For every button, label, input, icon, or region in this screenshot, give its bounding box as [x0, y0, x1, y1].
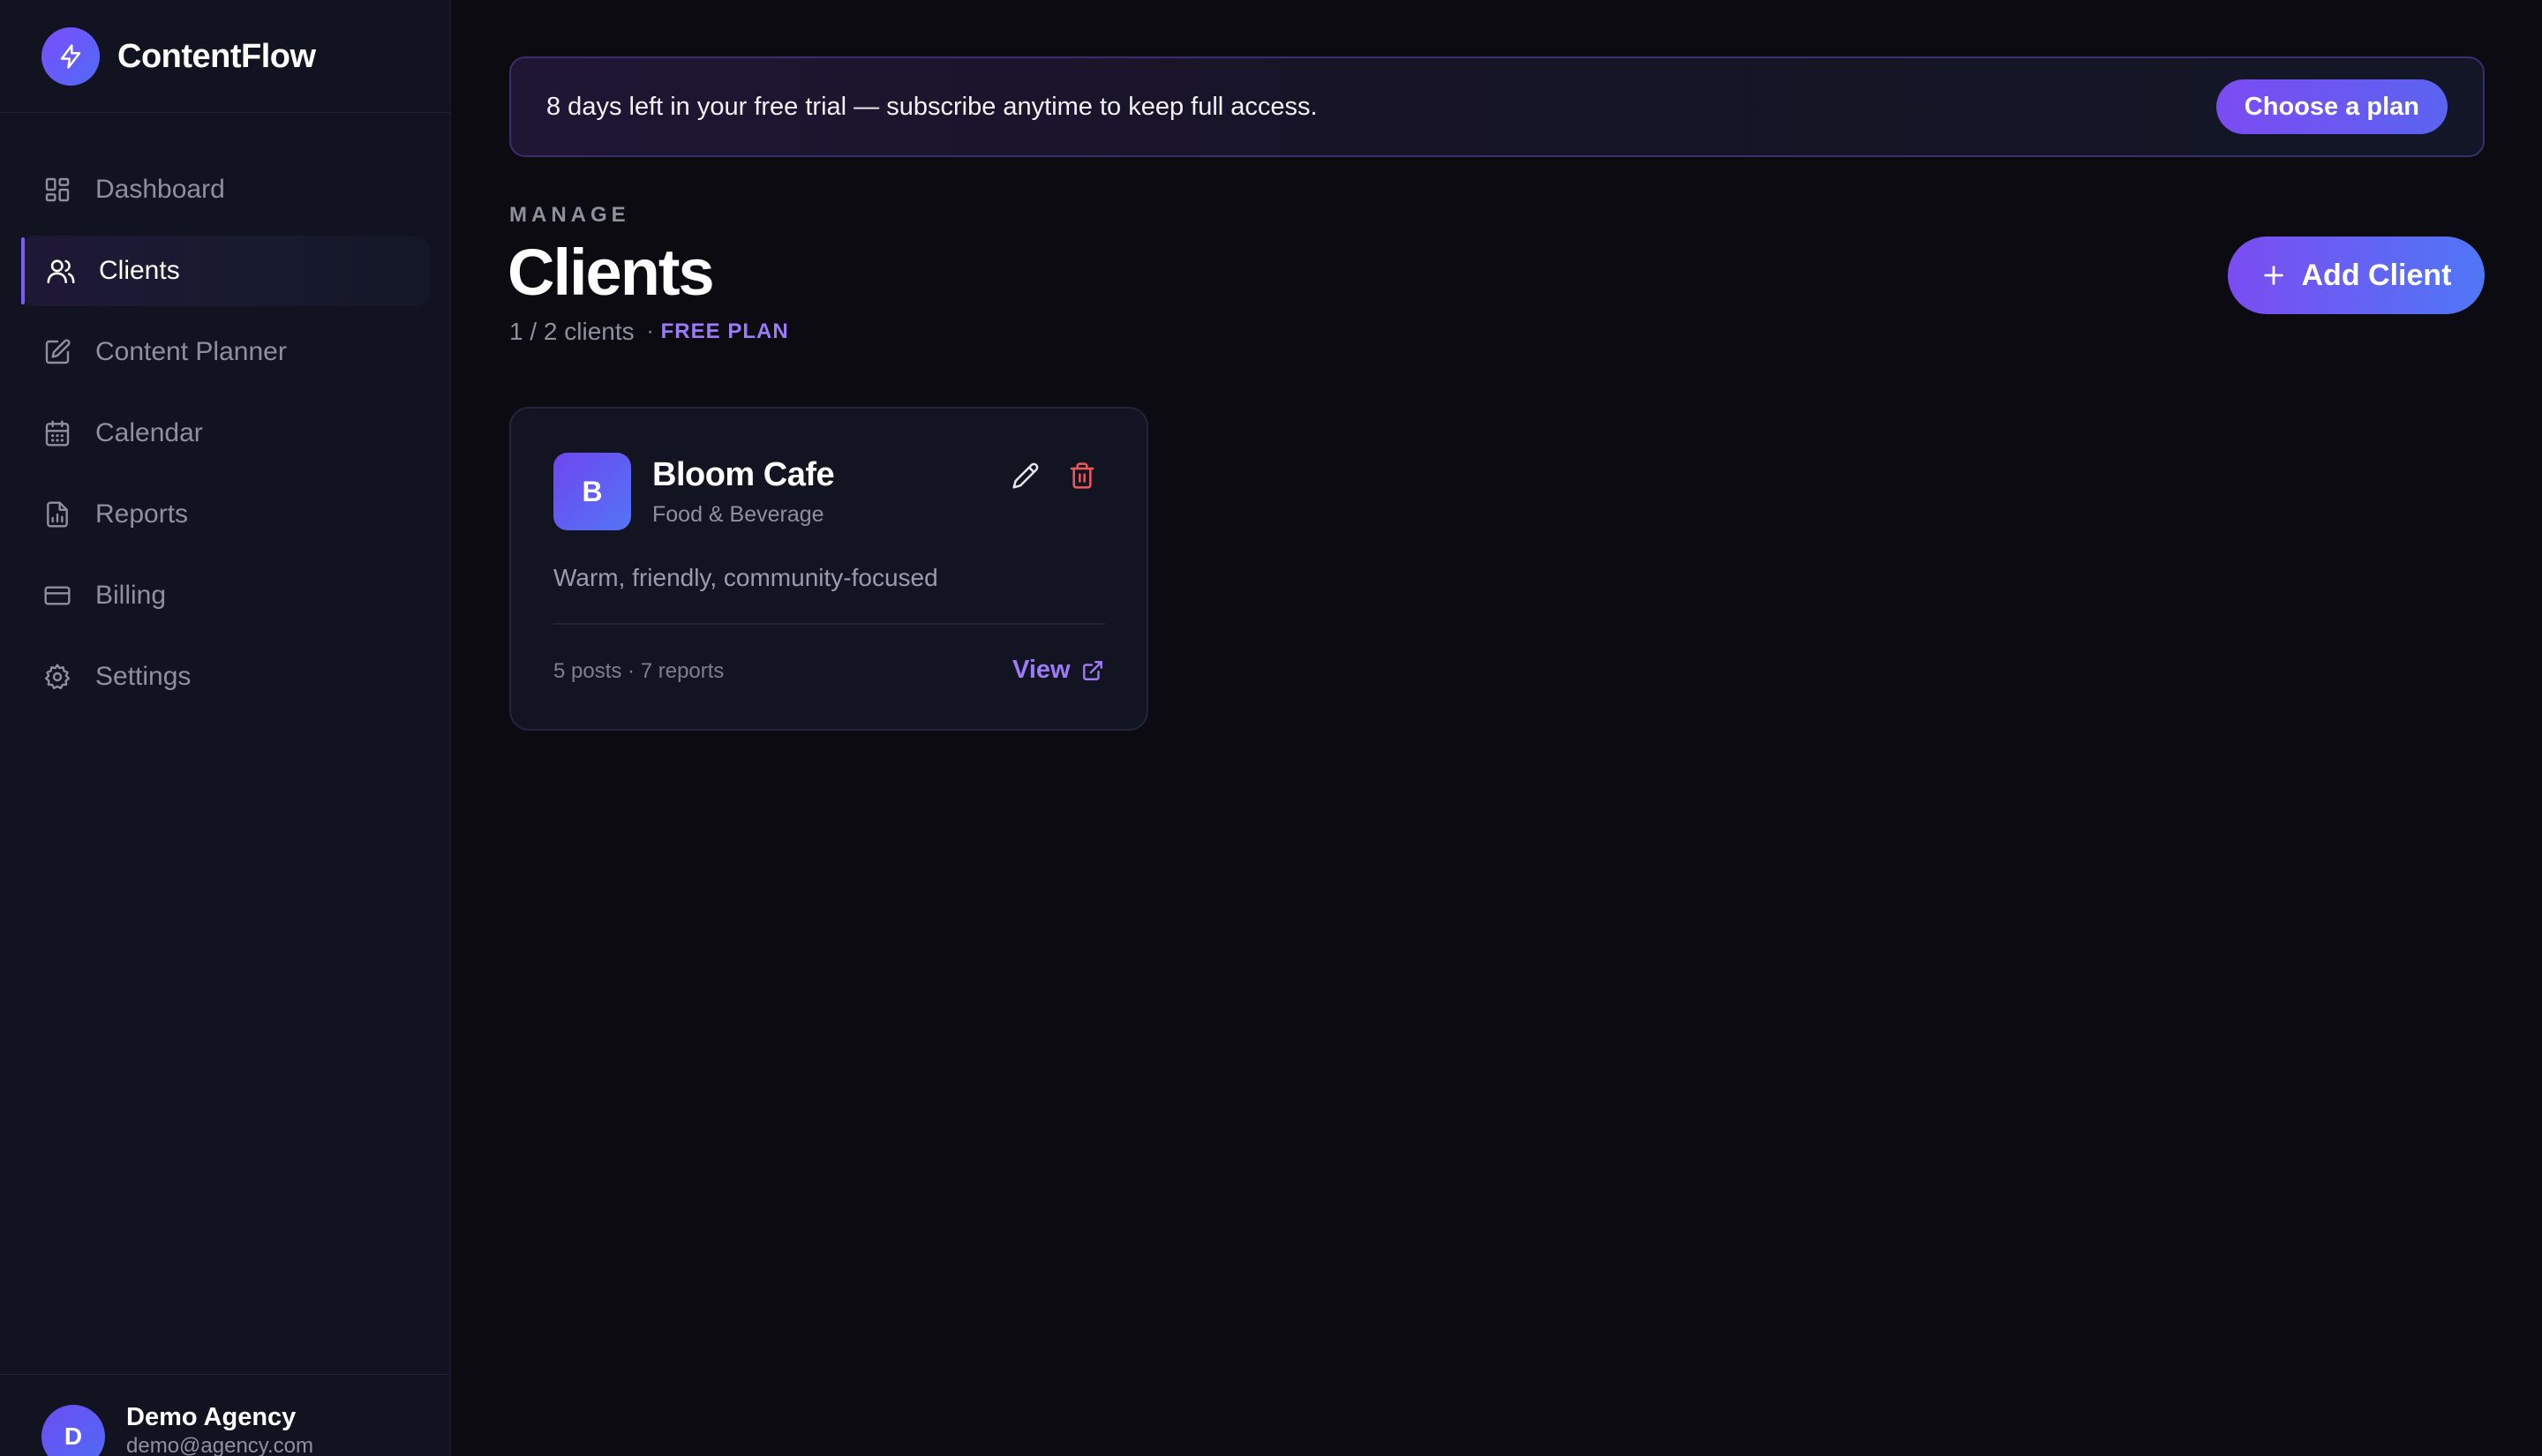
calendar-icon	[42, 418, 72, 448]
sidebar-item-label: Clients	[99, 256, 180, 285]
account-email: demo@agency.com	[126, 1434, 314, 1456]
delete-client-button[interactable]	[1064, 460, 1100, 495]
dashboard-grid-icon	[42, 175, 72, 205]
pencil-square-icon	[42, 337, 72, 367]
sidebar-item-billing[interactable]: Billing	[21, 560, 430, 631]
sidebar-item-label: Content Planner	[95, 337, 287, 366]
sidebar-item-label: Reports	[95, 499, 189, 529]
edit-client-button[interactable]	[1008, 460, 1043, 495]
plus-icon	[2261, 263, 2286, 288]
users-icon	[46, 256, 76, 286]
sidebar-item-calendar[interactable]: Calendar	[21, 398, 430, 469]
view-label: View	[1012, 656, 1071, 684]
page-overline: MANAGE	[509, 203, 630, 227]
app-name: ContentFlow	[117, 37, 316, 75]
sidebar-nav: Dashboard Clients Content Planner Calend…	[21, 154, 430, 723]
app-root: ContentFlow Dashboard Clients Content Pl…	[0, 0, 2542, 1456]
lightning-bolt-icon	[41, 27, 100, 86]
sidebar: ContentFlow Dashboard Clients Content Pl…	[0, 0, 451, 1456]
client-avatar: B	[553, 453, 631, 530]
client-name: Bloom Cafe	[652, 456, 835, 493]
gear-icon	[42, 662, 72, 692]
sidebar-item-label: Billing	[95, 581, 167, 610]
sidebar-item-clients[interactable]: Clients	[21, 236, 430, 306]
separator-dot: ·	[646, 319, 654, 343]
add-client-button[interactable]: Add Client	[2228, 236, 2485, 314]
sidebar-item-content-planner[interactable]: Content Planner	[21, 317, 430, 387]
client-stats: 5 posts · 7 reports	[553, 659, 725, 683]
add-client-label: Add Client	[2301, 258, 2452, 292]
client-quota: 1 / 2 clients · FREE PLAN	[509, 318, 789, 346]
client-industry: Food & Beverage	[652, 502, 824, 527]
sidebar-divider	[0, 1374, 451, 1375]
sidebar-item-label: Calendar	[95, 418, 203, 447]
sidebar-item-settings[interactable]: Settings	[21, 642, 430, 712]
trash-icon	[1068, 462, 1096, 494]
sidebar-item-label: Dashboard	[95, 175, 225, 204]
client-count: 1 / 2 clients	[509, 318, 635, 345]
external-link-icon	[1081, 659, 1104, 682]
trial-banner: 8 days left in your free trial — subscri…	[509, 56, 2485, 157]
client-brand-tone: Warm, friendly, community-focused	[553, 564, 938, 591]
page-title: Clients	[508, 236, 715, 309]
card-divider	[553, 623, 1106, 625]
account-menu[interactable]: D Demo Agency demo@agency.com	[41, 1401, 313, 1456]
sidebar-item-dashboard[interactable]: Dashboard	[21, 154, 430, 225]
trial-message: 8 days left in your free trial — subscri…	[546, 92, 1318, 121]
account-name: Demo Agency	[126, 1403, 297, 1431]
avatar: D	[41, 1405, 105, 1456]
client-card[interactable]: B Bloom Cafe Food & Beverage Warm, frien…	[509, 407, 1148, 731]
plan-badge: FREE PLAN	[660, 319, 789, 343]
account-info: Demo Agency demo@agency.com	[126, 1401, 313, 1456]
choose-plan-button[interactable]: Choose a plan	[2215, 79, 2448, 134]
view-client-link[interactable]: View	[1012, 656, 1104, 685]
report-document-icon	[42, 499, 72, 529]
pencil-icon	[1012, 462, 1040, 494]
sidebar-item-label: Settings	[95, 662, 192, 691]
sidebar-item-reports[interactable]: Reports	[21, 479, 430, 550]
sidebar-divider	[0, 112, 451, 113]
brand[interactable]: ContentFlow	[41, 26, 316, 86]
credit-card-icon	[42, 581, 72, 611]
